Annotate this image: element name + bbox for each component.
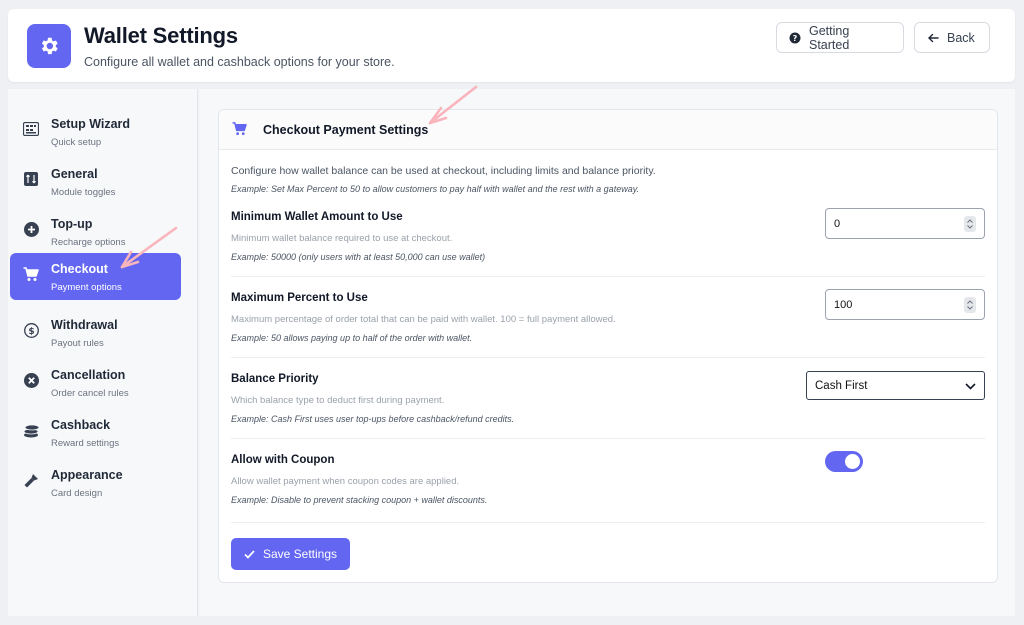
sidebar-item-checkout[interactable]: Checkout Payment options xyxy=(10,253,181,300)
field-example: Example: 50000 (only users with at least… xyxy=(231,252,486,262)
back-label: Back xyxy=(947,30,975,45)
getting-started-button[interactable]: ? Getting Started xyxy=(776,22,904,53)
question-circle-icon: ? xyxy=(789,32,801,44)
field-example: Example: 50 allows paying up to half of … xyxy=(231,333,473,343)
sidebar-item-label: Top-up xyxy=(51,217,93,231)
sliders-icon xyxy=(22,170,40,188)
sidebar-item-label: Checkout xyxy=(51,262,108,276)
sidebar-item-sub: Recharge options xyxy=(51,237,126,248)
getting-started-label: Getting Started xyxy=(809,23,850,52)
cart-icon xyxy=(232,122,247,141)
x-circle-icon xyxy=(22,371,40,389)
field-description: Minimum wallet balance required to use a… xyxy=(231,233,453,244)
svg-text:$: $ xyxy=(28,327,34,337)
field-label: Balance Priority xyxy=(231,373,319,385)
back-button[interactable]: Back xyxy=(914,22,990,53)
field-label: Allow with Coupon xyxy=(231,454,335,466)
sidebar-item-top-up[interactable]: Top-up Recharge options xyxy=(10,208,181,255)
field-description: Which balance type to deduct first durin… xyxy=(231,395,445,406)
sidebar-item-cashback[interactable]: Cashback Reward settings xyxy=(10,409,181,456)
field-label: Maximum Percent to Use xyxy=(231,292,368,304)
save-settings-button[interactable]: Save Settings xyxy=(231,538,350,570)
cart-icon xyxy=(22,265,40,283)
page-subtitle: Configure all wallet and cashback option… xyxy=(84,55,395,69)
min-amount-input[interactable]: 0 xyxy=(825,208,985,239)
sidebar-item-general[interactable]: General Module toggles xyxy=(10,158,181,205)
sidebar-item-label: Cashback xyxy=(51,418,111,432)
sidebar-item-appearance[interactable]: Appearance Card design xyxy=(10,459,181,506)
gear-icon xyxy=(27,24,71,68)
sidebar-item-label: Appearance xyxy=(51,468,123,482)
card-title: Checkout Payment Settings xyxy=(263,123,429,137)
save-settings-label: Save Settings xyxy=(262,547,338,561)
stepper-icon[interactable] xyxy=(964,216,976,232)
grid-icon xyxy=(22,120,40,138)
sidebar-item-sub: Reward settings xyxy=(51,438,120,449)
stepper-icon[interactable] xyxy=(964,297,976,313)
sidebar-item-sub: Payout rules xyxy=(51,338,104,349)
field-description: Allow wallet payment when coupon codes a… xyxy=(231,476,460,487)
field-description: Maximum percentage of order total that c… xyxy=(231,314,616,325)
divider xyxy=(231,276,985,277)
plus-circle-icon xyxy=(22,220,40,238)
card-header: Checkout Payment Settings xyxy=(219,110,997,150)
page-title: Wallet Settings xyxy=(84,23,238,48)
sidebar-item-label: General xyxy=(51,167,98,181)
checkout-settings-card: Checkout Payment Settings Configure how … xyxy=(218,109,998,583)
balance-priority-value: Cash First xyxy=(815,379,868,392)
sidebar-item-label: Setup Wizard xyxy=(51,117,131,131)
brush-icon xyxy=(22,471,40,489)
sidebar-item-withdrawal[interactable]: $ Withdrawal Payout rules xyxy=(10,309,181,356)
allow-coupon-toggle[interactable] xyxy=(825,451,863,472)
sidebar-item-sub: Order cancel rules xyxy=(51,388,129,399)
divider xyxy=(231,438,985,439)
min-amount-value: 0 xyxy=(834,217,841,230)
divider xyxy=(231,522,985,523)
sidebar-item-sub: Quick setup xyxy=(51,137,102,148)
field-example: Example: Disable to prevent stacking cou… xyxy=(231,495,488,505)
field-label: Minimum Wallet Amount to Use xyxy=(231,211,403,223)
card-intro: Configure how wallet balance can be used… xyxy=(231,165,656,177)
sidebar-item-sub: Module toggles xyxy=(51,187,116,198)
sidebar-item-sub: Payment options xyxy=(51,282,122,293)
balance-priority-select[interactable]: Cash First xyxy=(806,371,985,400)
svg-text:?: ? xyxy=(793,34,798,43)
max-percent-value: 100 xyxy=(834,298,853,311)
max-percent-input[interactable]: 100 xyxy=(825,289,985,320)
sidebar-item-label: Cancellation xyxy=(51,368,126,382)
sidebar-item-sub: Card design xyxy=(51,488,103,499)
dollar-circle-icon: $ xyxy=(22,321,40,339)
sidebar-item-label: Withdrawal xyxy=(51,318,118,332)
arrow-left-icon xyxy=(927,32,939,44)
sidebar-item-setup-wizard[interactable]: Setup Wizard Quick setup xyxy=(10,108,181,155)
field-example: Example: Cash First uses user top-ups be… xyxy=(231,414,515,424)
card-intro-example: Example: Set Max Percent to 50 to allow … xyxy=(231,184,640,194)
coins-icon xyxy=(22,421,40,439)
check-icon xyxy=(244,549,255,559)
sidebar-item-cancellation[interactable]: Cancellation Order cancel rules xyxy=(10,359,181,406)
toggle-knob xyxy=(845,454,860,469)
divider xyxy=(231,357,985,358)
chevron-down-icon xyxy=(965,381,976,393)
